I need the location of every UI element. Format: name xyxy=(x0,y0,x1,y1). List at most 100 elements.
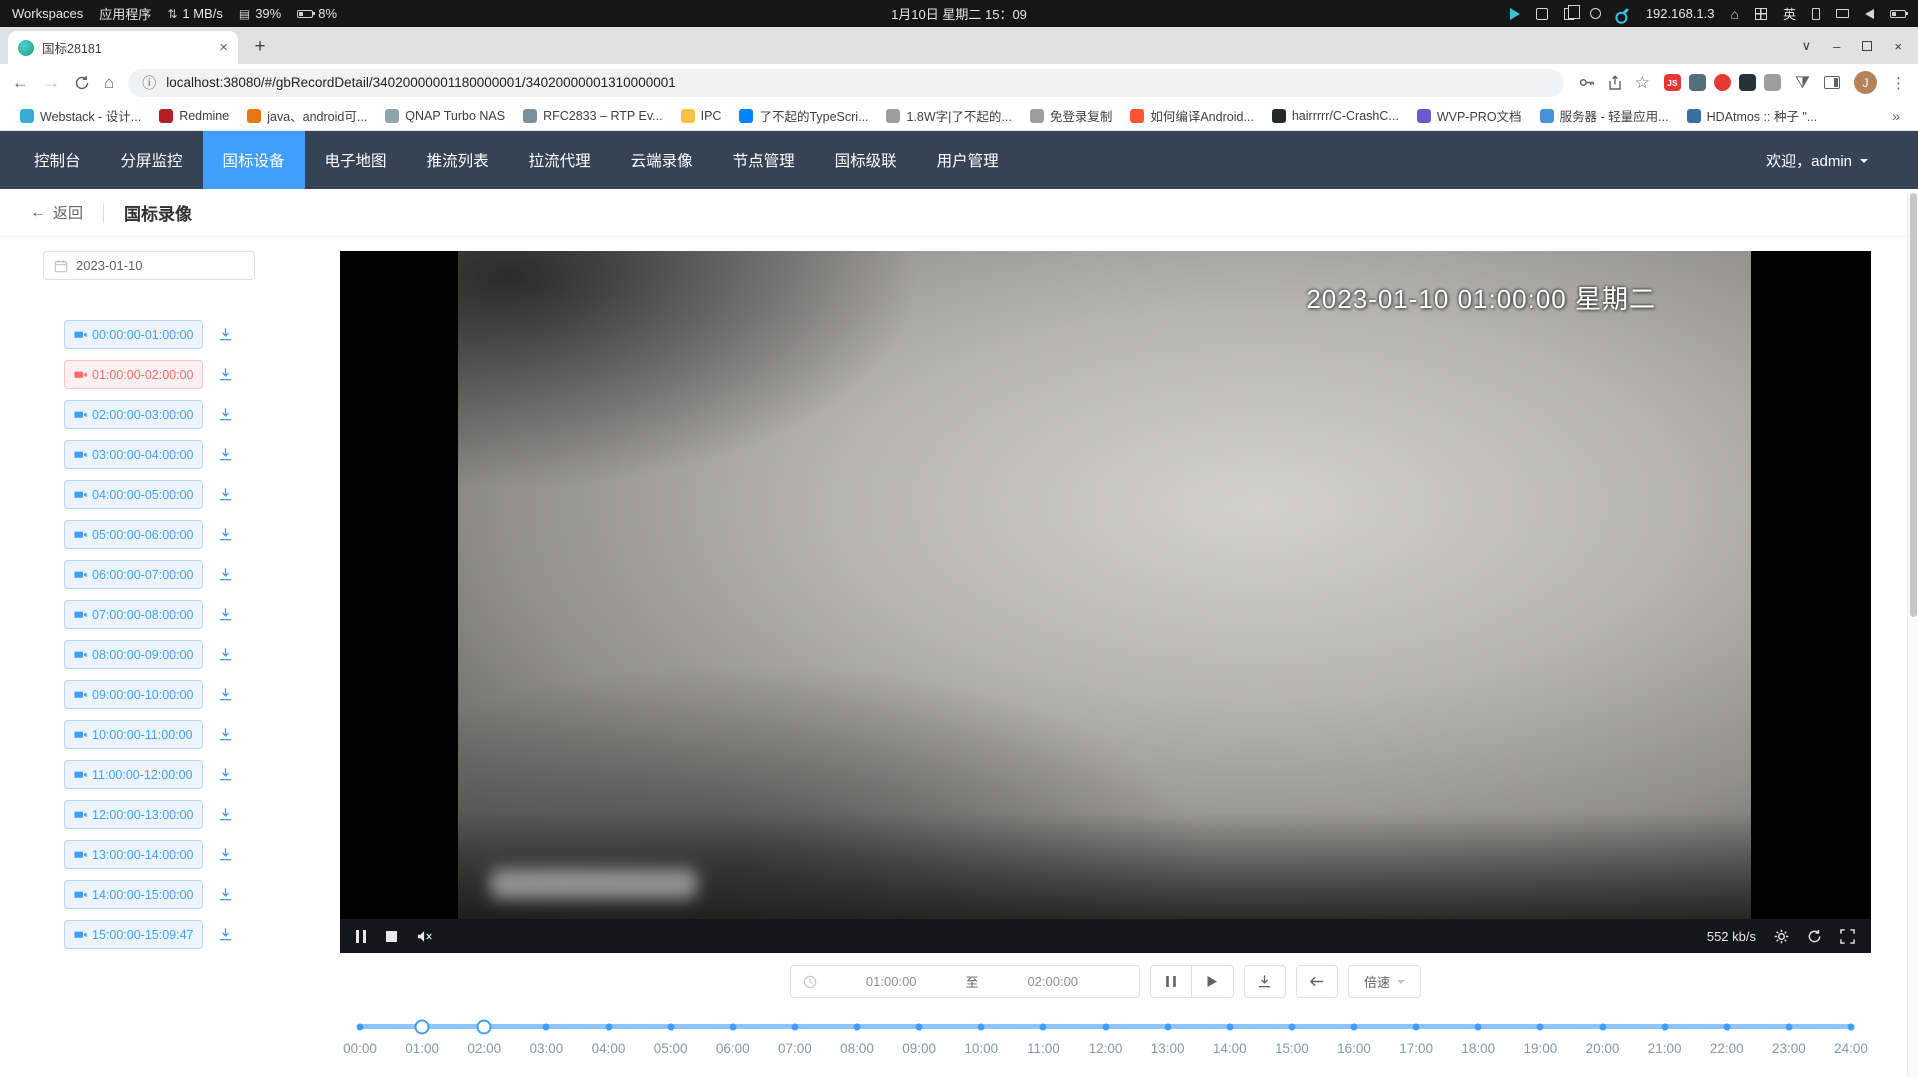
bookmarks-overflow-icon[interactable]: » xyxy=(1886,108,1906,124)
share-icon[interactable] xyxy=(1607,75,1623,91)
recording-chip[interactable]: 01:00:00-02:00:00 xyxy=(64,360,203,389)
time-range-picker[interactable]: 01:00:00 至 02:00:00 xyxy=(790,965,1140,998)
nav-item[interactable]: 控制台 xyxy=(14,131,101,189)
nav-item[interactable]: 拉流代理 xyxy=(509,131,611,189)
download-recording-icon[interactable] xyxy=(218,647,233,662)
speed-dropdown[interactable]: 倍速 xyxy=(1348,965,1421,998)
player-settings-button[interactable] xyxy=(1774,929,1789,944)
tablet-icon[interactable] xyxy=(1812,8,1820,20)
scrollbar-thumb[interactable] xyxy=(1910,193,1917,617)
date-picker[interactable]: 2023-01-10 xyxy=(43,251,255,280)
browser-home-icon[interactable]: ⌂ xyxy=(104,73,114,93)
ip-address-label[interactable]: 192.168.1.3 xyxy=(1646,6,1715,21)
tab-list-chevron-icon[interactable]: ∨ xyxy=(1802,38,1812,54)
recording-chip[interactable]: 09:00:00-10:00:00 xyxy=(64,680,203,709)
player-mute-button[interactable] xyxy=(417,930,433,943)
extension-icon[interactable] xyxy=(1689,74,1706,91)
download-recording-icon[interactable] xyxy=(218,487,233,502)
player-fullscreen-button[interactable] xyxy=(1840,929,1855,944)
network-indicator[interactable]: ⇅ 1 MB/s xyxy=(167,6,223,21)
download-recording-icon[interactable] xyxy=(218,887,233,902)
download-recording-icon[interactable] xyxy=(218,807,233,822)
disk-indicator[interactable]: ▤ 39% xyxy=(239,6,281,21)
user-menu[interactable]: 欢迎，admin xyxy=(1766,150,1868,171)
download-recording-icon[interactable] xyxy=(218,687,233,702)
download-recording-icon[interactable] xyxy=(218,367,233,382)
recording-chip[interactable]: 13:00:00-14:00:00 xyxy=(64,840,203,869)
range-end-time[interactable]: 02:00:00 xyxy=(979,974,1128,989)
bookmark-item[interactable]: RFC2833 – RTP Ev... xyxy=(515,106,671,126)
applications-button[interactable]: 应用程序 xyxy=(99,4,151,23)
new-tab-button[interactable]: + xyxy=(246,33,274,61)
playback-play-button[interactable] xyxy=(1192,965,1234,998)
recording-chip[interactable]: 12:00:00-13:00:00 xyxy=(64,800,203,829)
recording-chip[interactable]: 11:00:00-12:00:00 xyxy=(64,760,203,789)
back-navigation-icon[interactable]: ← xyxy=(12,73,29,93)
range-handle-start[interactable] xyxy=(415,1019,430,1034)
download-recording-icon[interactable] xyxy=(218,927,233,942)
download-button[interactable] xyxy=(1244,965,1286,998)
address-bar[interactable]: ⓘ localhost:38080/#/gbRecordDetail/34020… xyxy=(128,69,1563,97)
browser-menu-icon[interactable]: ⋮ xyxy=(1891,74,1906,92)
bookmark-item[interactable]: Redmine xyxy=(151,106,237,126)
side-panel-icon[interactable] xyxy=(1824,76,1840,89)
bookmark-item[interactable]: 了不起的TypeScri... xyxy=(731,103,876,128)
tools-icon[interactable] xyxy=(1618,8,1629,19)
screencast-play-icon[interactable] xyxy=(1510,8,1520,20)
recording-chip[interactable]: 10:00:00-11:00:00 xyxy=(64,720,203,749)
download-recording-icon[interactable] xyxy=(218,567,233,582)
nav-item[interactable]: 国标设备 xyxy=(203,131,305,189)
reload-icon[interactable] xyxy=(74,75,90,91)
recorder-icon[interactable] xyxy=(1590,8,1601,19)
browser-tab[interactable]: 国标28181 × xyxy=(8,31,238,64)
download-recording-icon[interactable] xyxy=(218,407,233,422)
window-minimize-button[interactable]: – xyxy=(1833,39,1840,54)
extension-icon[interactable] xyxy=(1739,74,1756,91)
recording-chip[interactable]: 04:00:00-05:00:00 xyxy=(64,480,203,509)
recording-chip[interactable]: 05:00:00-06:00:00 xyxy=(64,520,203,549)
clipboard-icon[interactable] xyxy=(1564,8,1574,20)
video-player[interactable]: 2023-01-10 01:00:00 星期二 552 kb/s xyxy=(340,251,1871,953)
bookmark-item[interactable]: QNAP Turbo NAS xyxy=(377,106,513,126)
bookmark-item[interactable]: IPC xyxy=(673,106,730,126)
page-scrollbar[interactable] xyxy=(1907,193,1918,1077)
recording-chip[interactable]: 15:00:00-15:09:47 xyxy=(64,920,203,949)
window-maximize-button[interactable] xyxy=(1862,41,1872,51)
download-recording-icon[interactable] xyxy=(218,527,233,542)
window-grid-icon[interactable] xyxy=(1755,8,1767,20)
recording-chip[interactable]: 02:00:00-03:00:00 xyxy=(64,400,203,429)
recording-chip[interactable]: 00:00:00-01:00:00 xyxy=(64,320,203,349)
home-icon[interactable]: ⌂ xyxy=(1731,6,1739,22)
recording-chip[interactable]: 08:00:00-09:00:00 xyxy=(64,640,203,669)
nav-item[interactable]: 云端录像 xyxy=(611,131,713,189)
bookmark-star-icon[interactable]: ☆ xyxy=(1635,73,1650,93)
bookmark-item[interactable]: java、android可... xyxy=(239,103,375,128)
nav-item[interactable]: 电子地图 xyxy=(305,131,407,189)
profile-avatar[interactable]: J xyxy=(1854,71,1877,94)
bookmark-item[interactable]: WVP-PRO文档 xyxy=(1409,103,1530,128)
bookmark-item[interactable]: hairrrrr/C-CrashC... xyxy=(1264,106,1407,126)
player-refresh-button[interactable] xyxy=(1807,929,1822,944)
password-key-icon[interactable] xyxy=(1578,74,1595,91)
download-recording-icon[interactable] xyxy=(218,727,233,742)
tab-close-icon[interactable]: × xyxy=(219,40,228,55)
player-stop-button[interactable] xyxy=(386,931,397,942)
workspaces-button[interactable]: Workspaces xyxy=(12,6,83,21)
bookmark-item[interactable]: 如何编译Android... xyxy=(1122,103,1262,128)
display-icon[interactable] xyxy=(1836,9,1849,18)
volume-icon[interactable] xyxy=(1865,9,1874,19)
download-recording-icon[interactable] xyxy=(218,607,233,622)
seek-back-button[interactable] xyxy=(1296,965,1338,998)
nav-item[interactable]: 国标级联 xyxy=(815,131,917,189)
battery-icon[interactable] xyxy=(1890,10,1906,18)
nav-item[interactable]: 节点管理 xyxy=(713,131,815,189)
range-start-time[interactable]: 01:00:00 xyxy=(817,974,966,989)
bookmark-item[interactable]: 服务器 - 轻量应用... xyxy=(1532,103,1677,128)
extension-icon[interactable] xyxy=(1764,74,1781,91)
bookmark-item[interactable]: 1.8W字|了不起的... xyxy=(878,103,1019,128)
recording-chip[interactable]: 03:00:00-04:00:00 xyxy=(64,440,203,469)
recording-chip[interactable]: 06:00:00-07:00:00 xyxy=(64,560,203,589)
extensions-puzzle-icon[interactable]: ⧩ xyxy=(1795,73,1810,93)
bookmark-item[interactable]: HDAtmos :: 种子 "... xyxy=(1679,103,1826,128)
extension-icon[interactable]: JS xyxy=(1664,74,1681,91)
